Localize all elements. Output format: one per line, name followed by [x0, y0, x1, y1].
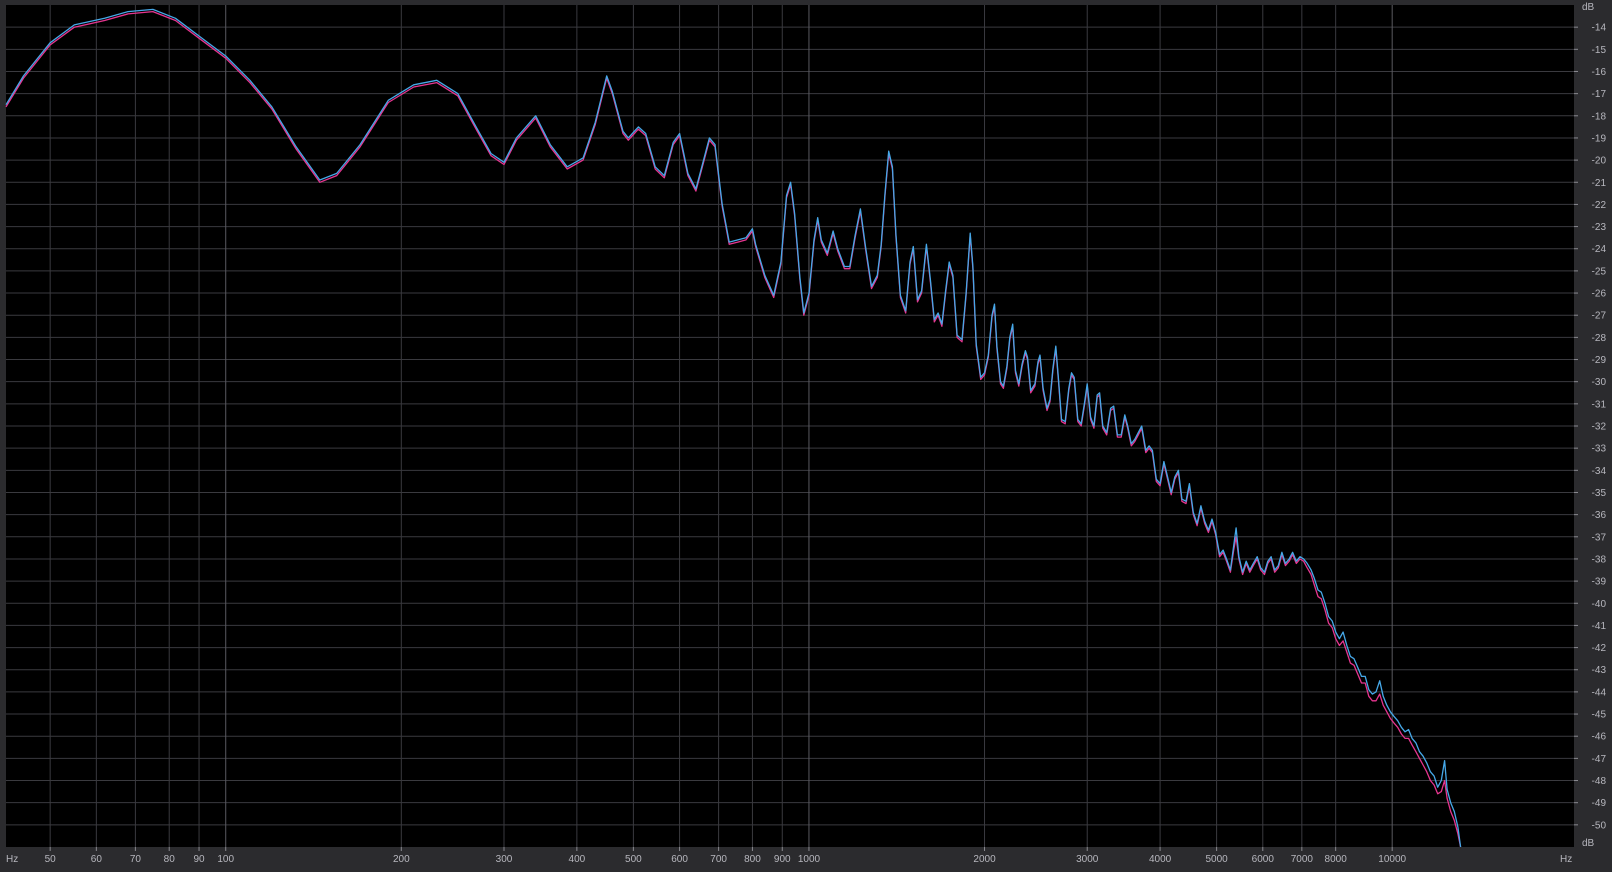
y-tick-label: -43 — [1592, 665, 1607, 676]
x-tick-label: 600 — [671, 854, 688, 865]
x-tick-label: 70 — [130, 854, 142, 865]
x-tick-label: 8000 — [1325, 854, 1348, 865]
y-tick-label: -50 — [1592, 820, 1607, 831]
y-tick-label: -42 — [1592, 643, 1607, 654]
y-tick-label: -48 — [1592, 776, 1607, 787]
y-tick-label: -26 — [1592, 289, 1607, 300]
x-tick-label: 3000 — [1076, 854, 1099, 865]
x-tick-label: 500 — [625, 854, 642, 865]
y-unit-label-bottom: dB — [1582, 838, 1595, 849]
x-tick-label: 4000 — [1149, 854, 1172, 865]
y-tick-label: -21 — [1592, 178, 1607, 189]
y-tick-label: -27 — [1592, 311, 1607, 322]
x-tick-label: 2000 — [973, 854, 996, 865]
y-tick-label: -49 — [1592, 798, 1607, 809]
x-tick-label: 800 — [744, 854, 761, 865]
y-tick-label: -23 — [1592, 222, 1607, 233]
x-unit-label-right: Hz — [1560, 854, 1572, 865]
y-tick-label: -14 — [1592, 23, 1607, 34]
y-tick-label: -15 — [1592, 45, 1607, 56]
spectrum-analyzer-chart: -14 -15 -16 -17 -18 -19 -20 -21 -22 -23 -24 -25 -26 -… — [0, 0, 1612, 872]
y-tick-label: -25 — [1592, 266, 1607, 277]
x-tick-label: 50 — [45, 854, 57, 865]
y-tick-label: -46 — [1592, 732, 1607, 743]
y-tick-label: -41 — [1592, 621, 1607, 632]
y-tick-label: -19 — [1592, 133, 1607, 144]
x-tick-label: 60 — [91, 854, 103, 865]
x-unit-label-left: Hz — [6, 854, 18, 865]
x-tick-label: 5000 — [1205, 854, 1228, 865]
x-tick-label: 200 — [393, 854, 410, 865]
y-tick-label: -32 — [1592, 422, 1607, 433]
y-tick-label: -28 — [1592, 333, 1607, 344]
x-tick-label: 10000 — [1378, 854, 1406, 865]
y-tick-label: -29 — [1592, 355, 1607, 366]
x-tick-label: 700 — [710, 854, 727, 865]
y-tick-label: -45 — [1592, 710, 1607, 721]
y-tick-label: -20 — [1592, 156, 1607, 167]
y-unit-label-top: dB — [1582, 2, 1595, 13]
x-tick-label: 1000 — [798, 854, 821, 865]
y-tick-label: -44 — [1592, 687, 1607, 698]
y-tick-label: -16 — [1592, 67, 1607, 78]
x-tick-label: 900 — [774, 854, 791, 865]
y-tick-label: -47 — [1592, 754, 1607, 765]
x-tick-label: 100 — [217, 854, 234, 865]
y-tick-label: -37 — [1592, 532, 1607, 543]
x-tick-label: 90 — [193, 854, 205, 865]
y-tick-label: -31 — [1592, 399, 1607, 410]
x-tick-label: 6000 — [1252, 854, 1275, 865]
y-tick-label: -17 — [1592, 89, 1607, 100]
y-tick-label: -38 — [1592, 554, 1607, 565]
y-tick-label: -18 — [1592, 111, 1607, 122]
y-tick-label: -22 — [1592, 200, 1607, 211]
y-tick-label: -34 — [1592, 466, 1607, 477]
x-tick-label: 80 — [164, 854, 176, 865]
y-tick-label: -33 — [1592, 444, 1607, 455]
y-tick-label: -36 — [1592, 510, 1607, 521]
y-tick-label: -24 — [1592, 244, 1607, 255]
y-tick-label: -30 — [1592, 377, 1607, 388]
x-tick-label: 300 — [496, 854, 513, 865]
y-tick-label: -40 — [1592, 599, 1607, 610]
x-tick-label: 7000 — [1291, 854, 1314, 865]
y-tick-label: -35 — [1592, 488, 1607, 499]
x-tick-label: 400 — [569, 854, 586, 865]
y-tick-label: -39 — [1592, 577, 1607, 588]
